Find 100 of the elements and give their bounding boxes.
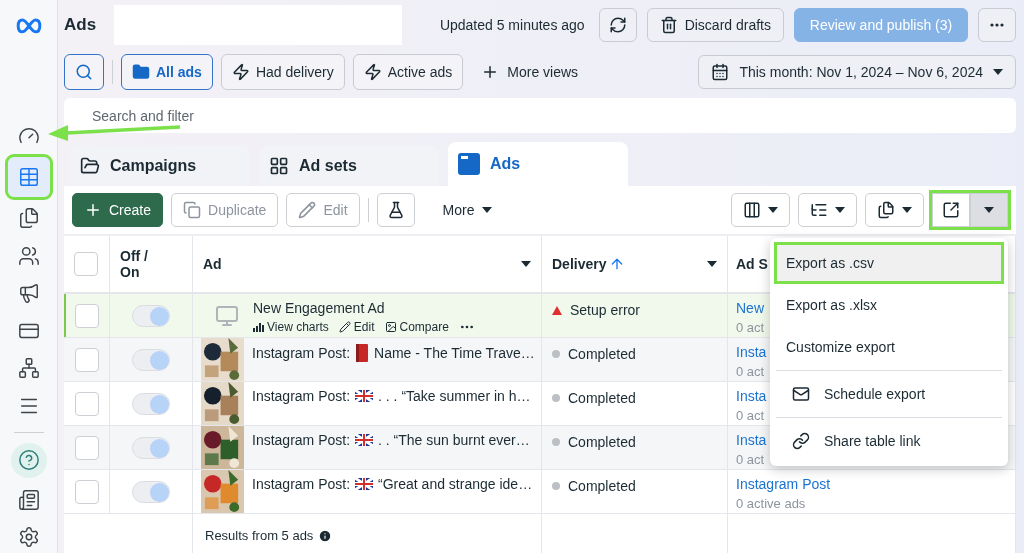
caret-icon bbox=[984, 207, 994, 213]
ad-set-link[interactable]: New bbox=[736, 300, 764, 316]
toggle-thumb[interactable] bbox=[150, 350, 169, 370]
refresh-icon bbox=[608, 16, 627, 34]
pencil-icon bbox=[338, 321, 351, 333]
folder-icon bbox=[132, 63, 150, 81]
book-icon bbox=[355, 344, 370, 362]
row-checkbox[interactable] bbox=[74, 347, 99, 372]
reports-icon bbox=[877, 201, 895, 219]
ad-set-link[interactable]: Insta bbox=[736, 432, 767, 448]
view-chip[interactable]: Active ads bbox=[352, 54, 464, 90]
tab[interactable]: Ad sets bbox=[259, 146, 439, 186]
more-menu-button[interactable]: More bbox=[432, 202, 503, 218]
caret-icon bbox=[993, 69, 1003, 75]
row-checkbox[interactable] bbox=[74, 435, 99, 460]
newspaper-icon bbox=[17, 488, 40, 511]
caret-icon bbox=[521, 261, 531, 267]
refresh-button[interactable] bbox=[598, 8, 637, 42]
test-button[interactable] bbox=[376, 193, 415, 227]
status-dot-icon bbox=[552, 482, 560, 490]
row-checkbox[interactable] bbox=[74, 479, 99, 504]
column-header: Off / On bbox=[120, 248, 149, 280]
flask-icon bbox=[386, 201, 405, 219]
page-title: Ads bbox=[64, 15, 97, 35]
discard-drafts-button[interactable]: Discard drafts bbox=[646, 8, 784, 42]
link-icon bbox=[792, 432, 810, 450]
menu-item[interactable]: Share table link bbox=[774, 420, 1004, 462]
caret-icon bbox=[768, 207, 778, 213]
warning-icon bbox=[552, 305, 562, 315]
ad-set-link[interactable]: Instagram Post bbox=[736, 476, 831, 492]
more-button[interactable] bbox=[978, 8, 1016, 42]
more-views-button[interactable]: More views bbox=[471, 63, 589, 81]
toggle-thumb[interactable] bbox=[150, 306, 169, 326]
row-action-link[interactable]: Compare bbox=[384, 320, 449, 334]
export-dropdown-button[interactable] bbox=[970, 193, 1008, 227]
toggle-thumb[interactable] bbox=[150, 482, 169, 502]
flag-icon bbox=[355, 390, 374, 402]
column-header[interactable]: Delivery bbox=[552, 256, 626, 272]
grid-icon bbox=[269, 156, 289, 176]
lightning-icon bbox=[363, 63, 382, 81]
view-chip[interactable]: All ads bbox=[121, 54, 213, 90]
trash-icon bbox=[659, 16, 678, 34]
logo-icon[interactable] bbox=[14, 18, 43, 34]
toggle-thumb[interactable] bbox=[150, 394, 169, 414]
column-header[interactable]: Ad S bbox=[736, 256, 768, 272]
help-icon bbox=[17, 449, 40, 472]
breakdown-icon bbox=[810, 201, 828, 219]
search-field[interactable]: Search and filter bbox=[64, 98, 1016, 133]
caret-icon bbox=[902, 207, 912, 213]
results-summary: Results from 5 ads bbox=[205, 528, 314, 543]
ad-name[interactable]: Instagram Post: “Great and strange ide… bbox=[252, 476, 533, 492]
row-checkbox[interactable] bbox=[74, 303, 99, 328]
toggle-switch[interactable] bbox=[132, 392, 170, 415]
people-icon bbox=[17, 244, 40, 267]
image-icon bbox=[384, 321, 397, 333]
menu-item[interactable]: Export as .csv bbox=[774, 242, 1004, 284]
active-ads-count: 0 act bbox=[736, 364, 765, 379]
columns-button[interactable] bbox=[731, 193, 790, 227]
date-range-button[interactable]: This month: Nov 1, 2024 – Nov 6, 2024 bbox=[698, 55, 1016, 89]
ad-set-link[interactable]: Insta bbox=[736, 388, 767, 404]
view-chip[interactable]: Had delivery bbox=[220, 54, 345, 90]
menu-item[interactable]: Customize export bbox=[774, 326, 1004, 368]
select-all-checkbox[interactable] bbox=[74, 252, 98, 276]
active-ads-count: 0 act bbox=[736, 452, 765, 467]
ad-name[interactable]: Instagram Post: . . . “Take summer in h… bbox=[252, 388, 531, 404]
active-ads-count: 0 act bbox=[736, 320, 765, 335]
delivery-status: Completed bbox=[568, 390, 636, 406]
row-action-link[interactable]: View charts bbox=[253, 320, 329, 334]
toggle-switch[interactable] bbox=[132, 304, 170, 327]
settings-icon bbox=[17, 526, 40, 549]
toggle-switch[interactable] bbox=[132, 436, 170, 459]
breakdown-button[interactable] bbox=[798, 193, 857, 227]
more-icon bbox=[990, 23, 1004, 27]
search-icon bbox=[75, 63, 93, 81]
flag-icon bbox=[355, 478, 374, 490]
sidebar-item[interactable] bbox=[10, 442, 47, 479]
plus-icon bbox=[84, 201, 102, 219]
toggle-switch[interactable] bbox=[132, 348, 170, 371]
export-button[interactable] bbox=[932, 193, 970, 227]
folder-icon bbox=[80, 156, 100, 176]
status-dot-icon bbox=[552, 438, 560, 446]
row-action-link[interactable]: Edit bbox=[338, 320, 375, 334]
toggle-switch[interactable] bbox=[132, 480, 170, 503]
active-ads-count: 0 active ads bbox=[736, 496, 806, 511]
ad-name[interactable]: New Engagement Ad bbox=[253, 300, 475, 316]
lightning-icon bbox=[231, 63, 250, 81]
toggle-thumb[interactable] bbox=[150, 438, 169, 458]
reports-button[interactable] bbox=[865, 193, 924, 227]
menu-item[interactable]: Schedule export bbox=[774, 373, 1004, 415]
ad-icon bbox=[458, 153, 480, 175]
menu-item[interactable]: Export as .xlsx bbox=[774, 284, 1004, 326]
row-checkbox[interactable] bbox=[74, 391, 99, 416]
status-dot-icon bbox=[552, 394, 560, 402]
info-icon bbox=[318, 528, 333, 543]
ad-set-link[interactable]: Insta bbox=[736, 344, 767, 360]
create-button[interactable]: Create bbox=[72, 193, 164, 227]
delivery-status: Completed bbox=[568, 478, 636, 494]
search-button[interactable] bbox=[64, 54, 104, 90]
column-header[interactable]: Ad bbox=[203, 256, 222, 272]
tab[interactable]: Ads bbox=[448, 142, 628, 186]
